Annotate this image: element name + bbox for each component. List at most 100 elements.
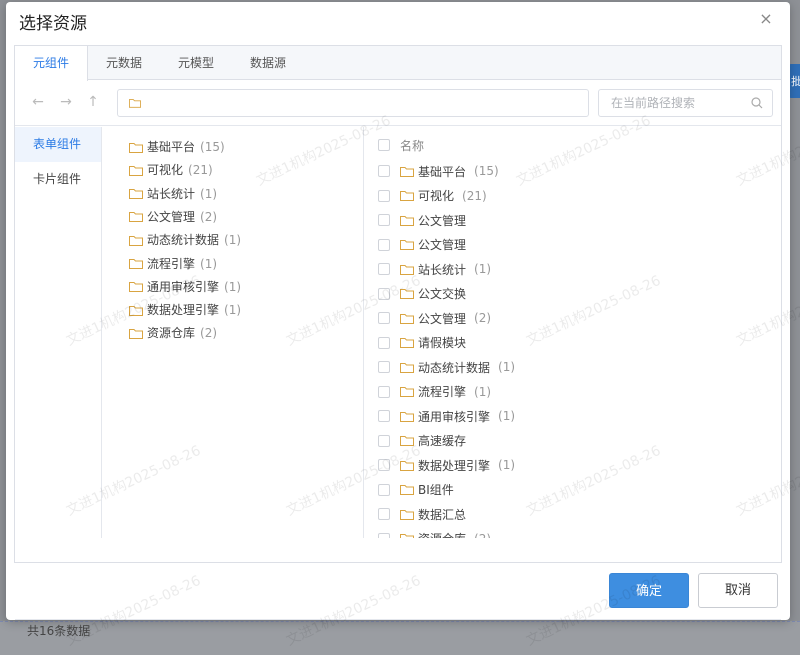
list-item[interactable]: 可视化 (21) bbox=[378, 187, 487, 205]
forward-arrow-icon[interactable]: → bbox=[58, 94, 74, 110]
row-checkbox[interactable] bbox=[378, 434, 390, 447]
tree-item[interactable]: 公文管理 (2) bbox=[129, 207, 217, 227]
confirm-button[interactable]: 确定 bbox=[609, 573, 689, 608]
tree-item[interactable]: 可视化 (21) bbox=[129, 160, 213, 180]
row-checkbox[interactable] bbox=[378, 459, 390, 471]
list-item[interactable]: 数据汇总 bbox=[378, 505, 466, 523]
tree-item-label: 资源仓库 bbox=[147, 326, 196, 341]
list-item[interactable]: 流程引擎 (1) bbox=[378, 383, 491, 401]
list-item[interactable]: 公文管理 bbox=[378, 236, 466, 254]
folder-icon bbox=[400, 411, 414, 422]
list-item-label: 请假模块 bbox=[418, 336, 467, 350]
row-checkbox[interactable] bbox=[378, 410, 390, 422]
search-input[interactable] bbox=[599, 90, 739, 116]
folder-tree: 基础平台 (15) 可视化 (21) 站长统计 (1) 公文管理 (2) 动态统计数据 (1) 流程… bbox=[103, 127, 364, 538]
row-checkbox[interactable] bbox=[378, 165, 390, 177]
list-item[interactable]: BI组件 bbox=[378, 481, 454, 499]
folder-icon bbox=[400, 338, 414, 348]
list-item[interactable]: 基础平台 (15) bbox=[378, 162, 499, 180]
tree-item-count: (1) bbox=[224, 303, 242, 318]
back-arrow-icon[interactable]: ← bbox=[30, 94, 46, 110]
tree-item[interactable]: 通用审核引擎 (1) bbox=[129, 277, 241, 297]
select-all-checkbox[interactable] bbox=[378, 139, 390, 151]
row-checkbox[interactable] bbox=[378, 385, 390, 398]
tree-item-label: 动态统计数据 bbox=[147, 233, 220, 248]
resource-list: 名称 基础平台 (15) 可视化 (21) 公文管理 公文管理 站长统计 (1) 公文交换 公文管… bbox=[365, 127, 781, 538]
row-checkbox[interactable] bbox=[378, 189, 390, 202]
row-checkbox[interactable] bbox=[378, 361, 390, 373]
list-item[interactable]: 站长统计 (1) bbox=[378, 260, 491, 278]
tab-meta-model[interactable]: 元模型 bbox=[160, 46, 232, 79]
search-icon[interactable] bbox=[751, 97, 763, 109]
list-item-label: 动态统计数据 bbox=[418, 360, 491, 375]
tree-item[interactable]: 资源仓库 (2) bbox=[129, 323, 217, 343]
tree-item[interactable]: 站长统计 (1) bbox=[129, 184, 217, 204]
folder-icon bbox=[129, 212, 143, 223]
list-item[interactable]: 资源仓库 (2) bbox=[378, 530, 491, 539]
list-item-count: (15) bbox=[474, 164, 499, 178]
tree-item-count: (1) bbox=[224, 233, 242, 248]
tree-item-count: (1) bbox=[200, 256, 218, 271]
tab-meta-component[interactable]: 元组件 bbox=[15, 46, 89, 81]
tree-item[interactable]: 动态统计数据 (1) bbox=[129, 230, 241, 250]
list-item-count: (1) bbox=[498, 458, 516, 472]
list-item-count: (2) bbox=[474, 532, 491, 539]
total-count-text: 共16条数据 bbox=[15, 619, 781, 643]
list-item[interactable]: 动态统计数据 (1) bbox=[378, 358, 515, 376]
row-checkbox[interactable] bbox=[378, 287, 390, 300]
tree-item-label: 基础平台 bbox=[147, 140, 196, 154]
content-area: 表单组件 卡片组件 基础平台 (15) 可视化 (21) 站长统计 (1) 公文管理 (2) 动… bbox=[15, 127, 781, 638]
list-item[interactable]: 通用审核引擎 (1) bbox=[378, 407, 515, 425]
folder-icon bbox=[400, 460, 414, 471]
tree-item[interactable]: 基础平台 (15) bbox=[129, 137, 225, 157]
folder-icon bbox=[400, 264, 414, 275]
tab-data-source[interactable]: 数据源 bbox=[232, 46, 304, 79]
list-item[interactable]: 请假模块 bbox=[378, 334, 466, 352]
row-checkbox[interactable] bbox=[378, 238, 390, 251]
folder-icon bbox=[400, 387, 414, 397]
tree-item[interactable]: 流程引擎 (1) bbox=[129, 254, 217, 274]
list-item-count: (2) bbox=[474, 311, 492, 325]
path-breadcrumb-field[interactable] bbox=[117, 89, 589, 117]
list-item[interactable]: 公文管理 (2) bbox=[378, 309, 491, 327]
close-icon[interactable]: × bbox=[758, 11, 774, 27]
list-item-label: 数据处理引擎 bbox=[418, 458, 491, 473]
cancel-button[interactable]: 取消 bbox=[698, 573, 778, 608]
folder-icon bbox=[400, 289, 414, 299]
row-checkbox[interactable] bbox=[378, 263, 390, 275]
nav-item-card-components[interactable]: 卡片组件 bbox=[15, 162, 101, 197]
list-item-label: BI组件 bbox=[418, 483, 454, 497]
tab-bar: 元组件 元数据 元模型 数据源 bbox=[15, 46, 781, 81]
tree-item-count: (2) bbox=[200, 326, 218, 341]
nav-item-form-components[interactable]: 表单组件 bbox=[15, 127, 101, 162]
column-name-header: 名称 bbox=[400, 138, 425, 153]
row-checkbox[interactable] bbox=[378, 336, 390, 349]
tree-item-count: (15) bbox=[200, 140, 225, 154]
row-checkbox[interactable] bbox=[378, 483, 390, 496]
tree-item-label: 可视化 bbox=[147, 163, 184, 178]
folder-icon bbox=[129, 282, 143, 293]
row-checkbox[interactable] bbox=[378, 532, 390, 538]
tab-meta-data[interactable]: 元数据 bbox=[88, 46, 160, 79]
folder-icon bbox=[400, 313, 414, 324]
list-item[interactable]: 公文交换 bbox=[378, 285, 466, 303]
row-checkbox[interactable] bbox=[378, 214, 390, 226]
folder-icon bbox=[400, 485, 414, 495]
folder-icon bbox=[400, 215, 414, 226]
list-item[interactable]: 高速缓存 bbox=[378, 432, 466, 450]
row-checkbox[interactable] bbox=[378, 508, 390, 520]
folder-icon bbox=[400, 191, 414, 201]
folder-icon bbox=[129, 189, 143, 200]
folder-icon bbox=[400, 509, 414, 520]
list-item-label: 通用审核引擎 bbox=[418, 409, 491, 424]
list-item-label: 数据汇总 bbox=[418, 507, 467, 522]
list-item-count: (1) bbox=[498, 360, 516, 374]
folder-icon bbox=[129, 99, 141, 108]
folder-icon bbox=[129, 142, 143, 153]
up-arrow-icon[interactable]: ↑ bbox=[85, 94, 101, 110]
list-item[interactable]: 数据处理引擎 (1) bbox=[378, 456, 515, 474]
folder-icon bbox=[400, 362, 414, 373]
row-checkbox[interactable] bbox=[378, 312, 390, 324]
list-item[interactable]: 公文管理 bbox=[378, 211, 466, 229]
tree-item[interactable]: 数据处理引擎 (1) bbox=[129, 300, 241, 320]
